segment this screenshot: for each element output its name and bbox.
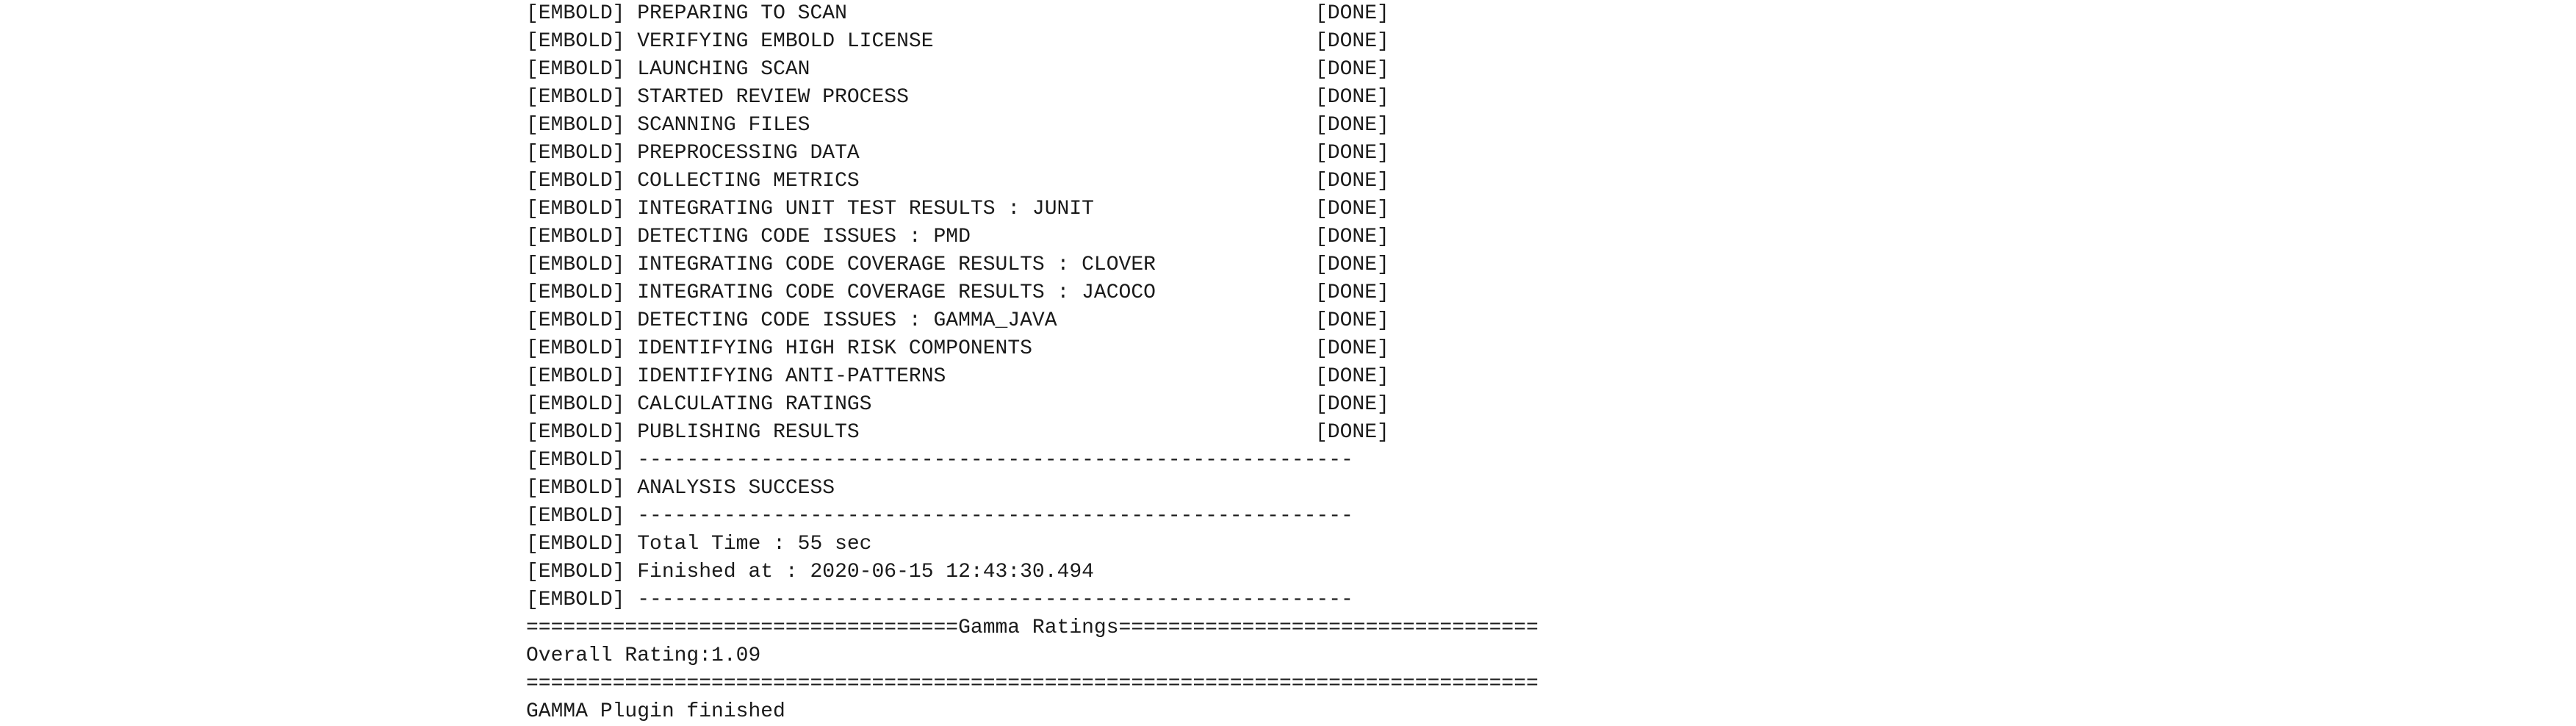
log-prefix: [EMBOLD] (526, 2, 625, 25)
log-prefix: [EMBOLD] (526, 114, 625, 137)
scan-step-line: [EMBOLD] CALCULATING RATINGS [DONE] (526, 391, 1775, 419)
overall-rating-line: Overall Rating:1.09 (526, 644, 761, 667)
log-prefix: [EMBOLD] (526, 533, 625, 556)
step-status: [DONE] (1315, 393, 1389, 416)
total-time-text: Total Time : 55 sec (637, 533, 872, 556)
scan-step-line: [EMBOLD] SCANNING FILES [DONE] (526, 112, 1775, 140)
step-message: DETECTING CODE ISSUES : PMD (637, 226, 971, 248)
step-message: INTEGRATING CODE COVERAGE RESULTS : JACO… (637, 281, 1156, 304)
step-status: [DONE] (1315, 281, 1389, 304)
log-prefix: [EMBOLD] (526, 30, 625, 53)
separator-text: ----------------------------------------… (637, 589, 1353, 611)
finished-at-line: [EMBOLD] Finished at : 2020-06-15 12:43:… (526, 558, 1775, 586)
scan-step-line: [EMBOLD] VERIFYING EMBOLD LICENSE [DONE] (526, 28, 1775, 56)
plugin-finished-line: GAMMA Plugin finished (526, 700, 785, 723)
log-prefix: [EMBOLD] (526, 449, 625, 472)
step-message: VERIFYING EMBOLD LICENSE (637, 30, 934, 53)
scan-step-line: [EMBOLD] STARTED REVIEW PROCESS [DONE] (526, 84, 1775, 112)
scan-step-line: [EMBOLD] INTEGRATING CODE COVERAGE RESUL… (526, 251, 1775, 279)
step-status: [DONE] (1315, 142, 1389, 165)
separator-line: [EMBOLD] -------------------------------… (526, 447, 1775, 475)
step-status: [DONE] (1315, 2, 1389, 25)
step-status: [DONE] (1315, 86, 1389, 109)
scan-step-line: [EMBOLD] PUBLISHING RESULTS [DONE] (526, 419, 1775, 447)
scan-steps-list: [EMBOLD] PREPARING TO SCAN [DONE] [EMBOLD]… (526, 0, 1775, 447)
step-status: [DONE] (1315, 421, 1389, 444)
step-status: [DONE] (1315, 226, 1389, 248)
step-message: INTEGRATING CODE COVERAGE RESULTS : CLOV… (637, 254, 1156, 276)
step-message: LAUNCHING SCAN (637, 58, 810, 81)
log-prefix: [EMBOLD] (526, 281, 625, 304)
log-prefix: [EMBOLD] (526, 421, 625, 444)
log-prefix: [EMBOLD] (526, 309, 625, 332)
scan-step-line: [EMBOLD] PREPARING TO SCAN [DONE] (526, 0, 1775, 28)
log-prefix: [EMBOLD] (526, 365, 625, 388)
step-status: [DONE] (1315, 309, 1389, 332)
step-status: [DONE] (1315, 198, 1389, 220)
scan-step-line: [EMBOLD] IDENTIFYING HIGH RISK COMPONENT… (526, 335, 1775, 363)
log-prefix: [EMBOLD] (526, 561, 625, 583)
scan-step-line: [EMBOLD] INTEGRATING CODE COVERAGE RESUL… (526, 279, 1775, 307)
separator-text: ----------------------------------------… (637, 449, 1353, 472)
total-time-line: [EMBOLD] Total Time : 55 sec (526, 531, 1775, 558)
step-message: COLLECTING METRICS (637, 170, 860, 193)
scan-step-line: [EMBOLD] IDENTIFYING ANTI-PATTERNS [DONE] (526, 363, 1775, 391)
log-prefix: [EMBOLD] (526, 142, 625, 165)
step-message: DETECTING CODE ISSUES : GAMMA_JAVA (637, 309, 1057, 332)
step-status: [DONE] (1315, 58, 1389, 81)
scan-step-line: [EMBOLD] COLLECTING METRICS [DONE] (526, 168, 1775, 195)
scan-step-line: [EMBOLD] INTEGRATING UNIT TEST RESULTS :… (526, 195, 1775, 223)
step-status: [DONE] (1315, 337, 1389, 360)
scan-step-line: [EMBOLD] PREPROCESSING DATA [DONE] (526, 140, 1775, 168)
log-prefix: [EMBOLD] (526, 58, 625, 81)
analysis-result-text: ANALYSIS SUCCESS (637, 477, 835, 500)
step-message: CALCULATING RATINGS (637, 393, 872, 416)
log-prefix: [EMBOLD] (526, 393, 625, 416)
scan-step-line: [EMBOLD] DETECTING CODE ISSUES : GAMMA_J… (526, 307, 1775, 335)
step-status: [DONE] (1315, 365, 1389, 388)
log-prefix: [EMBOLD] (526, 589, 625, 611)
step-message: PREPARING TO SCAN (637, 2, 847, 25)
separator-line: [EMBOLD] -------------------------------… (526, 503, 1775, 531)
step-message: STARTED REVIEW PROCESS (637, 86, 909, 109)
finished-at-text: Finished at : 2020-06-15 12:43:30.494 (637, 561, 1094, 583)
step-message: PREPROCESSING DATA (637, 142, 860, 165)
log-prefix: [EMBOLD] (526, 505, 625, 528)
step-status: [DONE] (1315, 30, 1389, 53)
step-message: IDENTIFYING ANTI-PATTERNS (637, 365, 946, 388)
step-message: SCANNING FILES (637, 114, 810, 137)
log-prefix: [EMBOLD] (526, 337, 625, 360)
step-message: PUBLISHING RESULTS (637, 421, 860, 444)
step-message: IDENTIFYING HIGH RISK COMPONENTS (637, 337, 1032, 360)
log-prefix: [EMBOLD] (526, 226, 625, 248)
step-message: INTEGRATING UNIT TEST RESULTS : JUNIT (637, 198, 1094, 220)
ratings-footer-line: ========================================… (526, 672, 1539, 695)
step-status: [DONE] (1315, 254, 1389, 276)
console-output: [EMBOLD] PREPARING TO SCAN [DONE] [EMBOLD]… (526, 0, 1775, 726)
separator-text: ----------------------------------------… (637, 505, 1353, 528)
log-prefix: [EMBOLD] (526, 86, 625, 109)
scan-step-line: [EMBOLD] DETECTING CODE ISSUES : PMD [DON… (526, 223, 1775, 251)
log-prefix: [EMBOLD] (526, 170, 625, 193)
log-prefix: [EMBOLD] (526, 254, 625, 276)
scan-step-line: [EMBOLD] LAUNCHING SCAN [DONE] (526, 56, 1775, 84)
step-status: [DONE] (1315, 170, 1389, 193)
ratings-header-line: ===================================Gamma… (526, 617, 1539, 639)
log-prefix: [EMBOLD] (526, 198, 625, 220)
separator-line: [EMBOLD] -------------------------------… (526, 586, 1775, 614)
step-status: [DONE] (1315, 114, 1389, 137)
analysis-result-line: [EMBOLD] ANALYSIS SUCCESS (526, 475, 1775, 503)
log-prefix: [EMBOLD] (526, 477, 625, 500)
